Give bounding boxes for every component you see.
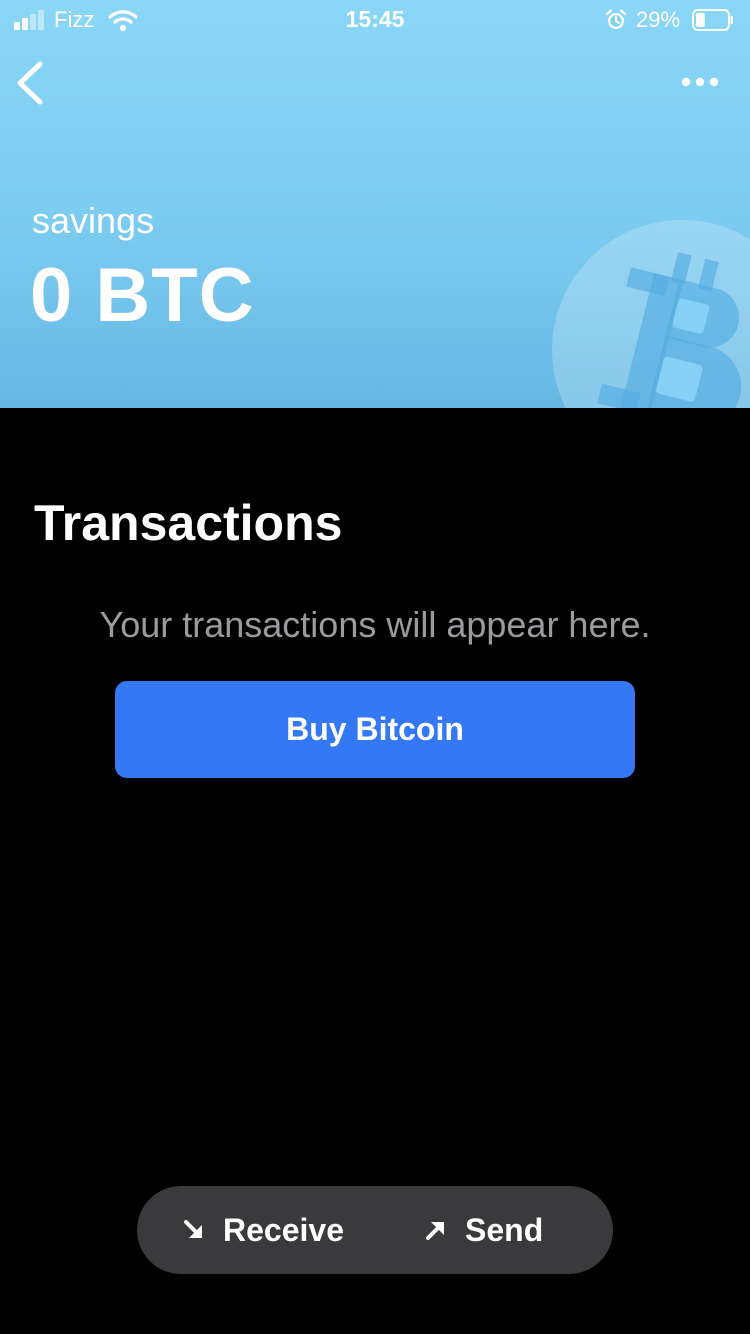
buy-bitcoin-button[interactable]: Buy Bitcoin — [115, 681, 635, 778]
bitcoin-logo-icon — [552, 220, 750, 408]
transactions-title: Transactions — [34, 495, 343, 551]
action-bar: Receive Send — [137, 1186, 613, 1274]
account-name: savings — [32, 200, 155, 241]
battery-icon — [692, 9, 733, 31]
wallet-header: Fizz 15:45 29% savings 0 BTC — [0, 0, 750, 408]
send-label: Send — [465, 1211, 544, 1248]
receive-label: Receive — [223, 1211, 344, 1248]
wallet-screen: Fizz 15:45 29% savings 0 BTC Transaction… — [0, 0, 750, 1334]
account-balance: 0 BTC — [30, 253, 255, 338]
receive-button[interactable]: Receive — [183, 1186, 344, 1274]
more-dots-icon[interactable] — [672, 64, 728, 100]
arrow-down-right-icon — [184, 1220, 202, 1238]
arrow-up-right-icon — [426, 1222, 444, 1240]
alarm-icon — [605, 9, 627, 29]
back-chevron-icon[interactable] — [10, 58, 54, 108]
send-button[interactable]: Send — [425, 1186, 543, 1274]
battery-percent: 29% — [636, 7, 681, 32]
transactions-empty-message: Your transactions will appear here. — [99, 604, 651, 645]
status-bar: Fizz 15:45 29% — [0, 0, 750, 40]
